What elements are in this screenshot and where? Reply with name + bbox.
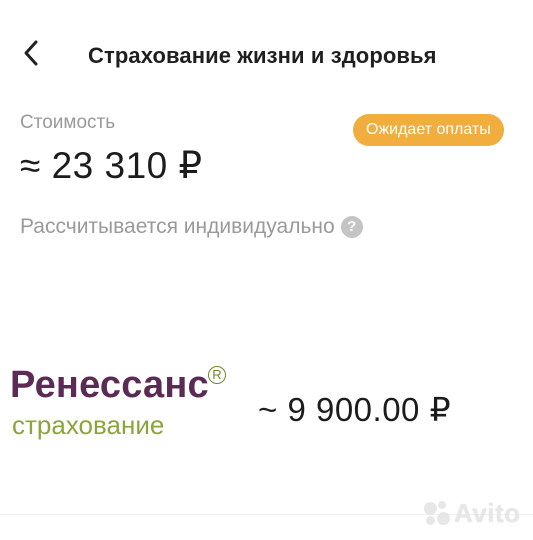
- status-badge: Ожидает оплаты: [353, 114, 504, 146]
- cost-label: Стоимость: [20, 112, 116, 133]
- chevron-left-icon: [16, 36, 50, 70]
- avito-watermark: Avito: [424, 498, 521, 529]
- calculation-text: Рассчитывается индивидуально: [20, 215, 335, 238]
- watermark-text: Avito: [454, 498, 521, 528]
- logo-subtitle: страхование: [12, 410, 165, 440]
- question-circle-icon[interactable]: ?: [340, 216, 363, 238]
- avito-logo-icon: [424, 500, 450, 527]
- page-title: Страхование жизни и здоровья: [88, 43, 437, 68]
- back-button[interactable]: [16, 36, 50, 70]
- logo-brand-name: Ренессанс: [10, 364, 209, 406]
- insurer-logo: Ренессанс R страхование: [10, 364, 240, 444]
- registered-mark-icon: R: [208, 366, 226, 384]
- calculation-note: Рассчитывается индивидуально ?: [20, 215, 363, 239]
- total-price: ≈ 23 310 ₽: [20, 145, 203, 186]
- offer-price: ~ 9 900.00 ₽: [258, 391, 452, 428]
- header-bar: Страхование жизни и здоровья: [0, 0, 533, 100]
